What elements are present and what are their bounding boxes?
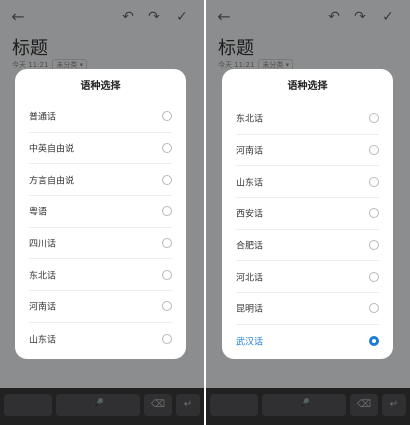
radio-unchecked-icon[interactable] [162,333,172,344]
language-option-label: 普通话 [29,112,57,123]
radio-unchecked-icon[interactable] [369,113,379,124]
language-option[interactable]: 中英自由说 [29,133,172,165]
language-list: 普通话中英自由说方言自由说粤语四川话东北话河南话山东话 [15,101,186,355]
language-option[interactable]: 东北话 [236,103,379,135]
language-option[interactable]: 合肥话 [236,230,379,262]
language-option-label: 东北话 [236,114,264,125]
radio-unchecked-icon[interactable] [369,208,379,219]
language-option[interactable]: 普通话 [29,101,172,133]
language-list: 东北话河南话山东话西安话合肥话河北话昆明话武汉话 [222,103,393,357]
radio-unchecked-icon[interactable] [162,143,172,154]
language-option[interactable]: 昆明话 [236,293,379,325]
language-option[interactable]: 东北话 [29,259,172,292]
radio-checked-icon[interactable] [369,335,379,346]
language-option[interactable]: 河南话 [29,291,172,323]
radio-unchecked-icon[interactable] [162,174,172,185]
language-option-label: 河南话 [236,146,264,157]
language-option-label: 武汉话 [236,337,264,348]
language-option-label: 西安话 [236,209,264,220]
radio-unchecked-icon[interactable] [369,176,379,187]
radio-unchecked-icon[interactable] [162,269,172,280]
language-dialog: 语种选择 东北话河南话山东话西安话合肥话河北话昆明话武汉话 [222,69,393,359]
radio-unchecked-icon[interactable] [162,206,172,217]
language-dialog: 语种选择 普通话中英自由说方言自由说粤语四川话东北话河南话山东话 [15,69,186,359]
radio-unchecked-icon[interactable] [162,301,172,312]
language-option-label: 昆明话 [236,304,264,315]
language-option-label: 粤语 [29,207,48,218]
dialog-title: 语种选择 [80,81,121,92]
language-option[interactable]: 粤语 [29,196,172,228]
radio-unchecked-icon[interactable] [369,145,379,156]
language-option-label: 山东话 [236,178,264,189]
language-option[interactable]: 武汉话 [236,325,379,357]
language-option[interactable]: 河北话 [236,261,379,294]
language-option-label: 东北话 [29,271,57,282]
language-option-label: 方言自由说 [29,176,75,187]
radio-unchecked-icon[interactable] [162,238,172,249]
radio-unchecked-icon[interactable] [369,271,379,282]
language-option-label: 河南话 [29,302,57,313]
dialog-title: 语种选择 [287,81,328,92]
radio-unchecked-icon[interactable] [369,240,379,251]
language-option-label: 四川话 [29,239,57,250]
screen-right: ← ↶ ↷ ✓ 标题 今天 11:21 未分类 ▾ 🎤 ⌫ ↵ 语种选择 东北话… [206,0,410,425]
radio-unchecked-icon[interactable] [369,303,379,314]
radio-unchecked-icon[interactable] [162,111,172,122]
screen-left: ← ↶ ↷ ✓ 标题 今天 11:21 未分类 ▾ 🎤 ⌫ ↵ 语种选择 普通话… [0,0,204,425]
language-option-label: 合肥话 [236,241,264,252]
language-option[interactable]: 山东话 [236,166,379,199]
language-option[interactable]: 方言自由说 [29,164,172,197]
language-option-label: 河北话 [236,273,264,284]
language-option-label: 山东话 [29,335,57,346]
language-option[interactable]: 河南话 [236,135,379,167]
language-option[interactable]: 西安话 [236,198,379,230]
language-option[interactable]: 四川话 [29,228,172,260]
language-option[interactable]: 山东话 [29,323,172,355]
language-option-label: 中英自由说 [29,144,75,155]
